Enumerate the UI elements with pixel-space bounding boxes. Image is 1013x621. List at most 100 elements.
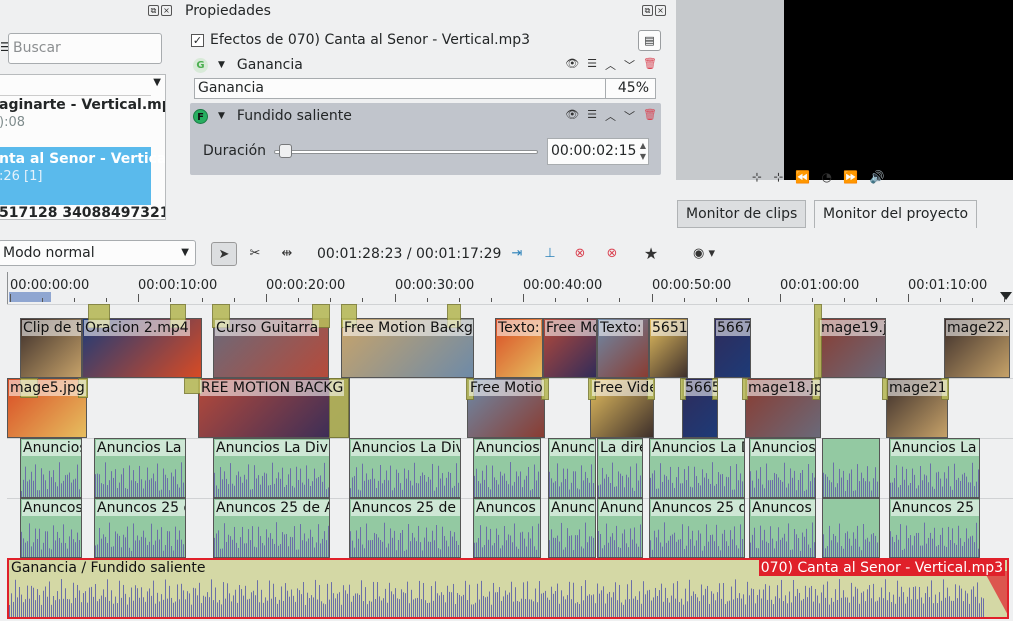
video-clip[interactable]: Texto: [495, 318, 543, 378]
audio-clip[interactable]: Anuncios [473, 438, 541, 498]
select-tool-icon[interactable]: ➤ [211, 242, 237, 266]
video-clip[interactable]: Texto: [597, 318, 649, 378]
playhead-marker[interactable] [1000, 292, 1012, 300]
video-clip[interactable]: Free Vide [590, 378, 654, 438]
audio-clip[interactable]: Anunco [597, 498, 643, 558]
video-clip[interactable]: mage22. [944, 318, 1010, 378]
chevron-up-icon[interactable]: ︿ [605, 108, 616, 124]
razor-tool-icon[interactable]: ✂ [244, 242, 266, 266]
chevron-down-icon[interactable]: ﹀ [624, 108, 635, 124]
tab-project-monitor[interactable]: Monitor del proyecto [814, 200, 978, 228]
video-clip[interactable]: Free Motio [467, 378, 545, 438]
gain-slider[interactable]: Ganancia 45% [194, 78, 656, 99]
close-icon[interactable]: × [655, 5, 666, 16]
audio-clip[interactable]: Anuncos 25 d [889, 498, 980, 558]
audio-clip[interactable]: Anunci [548, 438, 596, 498]
record-audio-icon[interactable]: ◉ ▾ [686, 242, 722, 266]
audio-clip[interactable]: Anuncios [749, 438, 816, 498]
audio-clip[interactable]: Anuncos 25 de A [349, 498, 461, 558]
clip-waveform [474, 523, 539, 557]
waveform-sample [803, 598, 804, 617]
play-icon[interactable]: ◔ [821, 170, 831, 184]
waveform-sample [688, 526, 689, 557]
audio-clip[interactable]: Anuncos 2 [473, 498, 541, 558]
volume-icon[interactable]: 🔊 [870, 170, 885, 184]
video-clip[interactable]: 5667C [714, 318, 751, 378]
video-clip[interactable]: mage19.jp [818, 318, 886, 378]
audio-clip[interactable]: Anunc [548, 498, 596, 558]
video-clip[interactable]: Free Motion Backgr [341, 318, 474, 378]
marker-in-icon[interactable]: ⊹ [752, 170, 762, 184]
duration-slider-track[interactable] [274, 150, 538, 154]
insert-icon[interactable]: ⇥ [505, 242, 529, 266]
audio-clip[interactable]: La dire [597, 438, 643, 498]
collapse-arrow-icon[interactable]: ▼ [218, 60, 225, 70]
duration-slider-handle[interactable] [279, 144, 292, 158]
zone-bar[interactable] [9, 292, 51, 302]
video-clip[interactable]: Oracion 2.mp4 [82, 318, 202, 378]
favorite-effects-icon[interactable]: ★ [638, 242, 664, 266]
video-clip[interactable]: Free Mo [543, 318, 597, 378]
float-icon[interactable]: ⧉ [148, 5, 159, 16]
video-clip[interactable]: 5665 [682, 378, 718, 438]
audio-clip[interactable]: Anuncios La D [889, 438, 980, 498]
composition-transition[interactable] [814, 304, 822, 378]
overwrite-icon[interactable]: ⊥ [538, 242, 562, 266]
audio-clip[interactable]: Anuncios La Divi [213, 438, 330, 498]
rewind-icon[interactable]: ⏪ [795, 170, 810, 184]
bin-item-title[interactable]: aginarte - Vertical.mp3 [0, 97, 165, 113]
sort-down-icon[interactable]: ▼ [153, 77, 161, 88]
video-monitor-screen[interactable] [784, 0, 1013, 180]
video-clip[interactable]: mage18.jpg [745, 378, 821, 438]
bin-clip-list[interactable]: ▼ aginarte - Vertical.mp3 ):08 nta al Se… [0, 74, 166, 220]
menu-icon[interactable]: ☰ [587, 108, 597, 124]
tab-clip-monitor[interactable]: Monitor de clips [677, 200, 807, 228]
gain-effect-header[interactable]: G ▼ Ganancia 👁 ☰ ︿ ﹀ 🗑 [190, 53, 661, 77]
bin-search-input[interactable]: Buscar [8, 33, 162, 64]
close-icon[interactable]: × [161, 5, 172, 16]
chevron-down-icon[interactable]: ﹀ [624, 57, 635, 73]
fade-effect-header[interactable]: F ▼ Fundido saliente 👁 ☰ ︿ ﹀ 🗑 [190, 104, 661, 128]
float-icon[interactable]: ⧉ [642, 5, 653, 16]
effect-menu-button[interactable]: ▤ [638, 30, 661, 51]
gain-param-value[interactable]: 45% [618, 80, 649, 96]
audio-clip[interactable]: Anuncios La D [649, 438, 745, 498]
audio-clip[interactable]: Anuncios La Divi [349, 438, 461, 498]
video-clip[interactable]: REE MOTION BACKG [198, 378, 350, 438]
duration-timecode-input[interactable]: 00:00:02:15 ▲ ▼ [547, 138, 649, 165]
collapse-arrow-icon[interactable]: ▼ [218, 111, 225, 121]
video-clip[interactable]: mage5.jpg [7, 378, 87, 438]
audio-clip[interactable] [822, 498, 880, 558]
eye-icon[interactable]: 👁 [565, 108, 579, 124]
edit-mode-select[interactable]: Modo normal ▼ [0, 240, 196, 266]
enable-effects-checkbox[interactable]: ✓ [191, 33, 204, 47]
video-clip[interactable]: Clip de tí [20, 318, 82, 378]
extract-icon[interactable]: ⊗ [600, 242, 624, 266]
audio-clip[interactable]: Anuncos [20, 498, 82, 558]
eye-icon[interactable]: 👁 [565, 57, 579, 73]
spacer-tool-icon[interactable]: ⇹ [275, 242, 299, 266]
spinner-icon[interactable]: ▲ ▼ [640, 140, 646, 162]
audio-clip[interactable]: Anuncos 25 de [94, 498, 186, 558]
video-clip[interactable]: mage21. [886, 378, 948, 438]
video-clip[interactable]: 56517 [649, 318, 688, 378]
timeline-ruler[interactable]: 00:00:00:00 00:00:10:00 00:00:20:00 00:00:3… [0, 272, 1013, 304]
audio-clip[interactable] [822, 438, 880, 498]
audio-clip[interactable]: Anuncios [20, 438, 82, 498]
chevron-up-icon[interactable]: ︿ [605, 57, 616, 73]
lift-icon[interactable]: ⊗ [568, 242, 592, 266]
delete-icon[interactable]: 🗑 [643, 57, 657, 73]
menu-icon[interactable]: ☰ [587, 57, 597, 73]
bin-item-title[interactable]: 517128 34088497321 [0, 205, 165, 219]
waveform-sample [978, 469, 979, 497]
delete-icon[interactable]: 🗑 [643, 108, 657, 124]
video-clip[interactable]: Curso Guitarra [213, 318, 329, 378]
selected-audio-clip[interactable]: Ganancia / Fundido saliente 070) Canta a… [7, 558, 1009, 619]
audio-clip[interactable]: Anuncos 25 de [649, 498, 745, 558]
bin-item-title[interactable]: nta al Senor - Vertical. [0, 151, 165, 167]
forward-icon[interactable]: ⏩ [843, 170, 858, 184]
audio-clip[interactable]: Anuncios La D [94, 438, 186, 498]
audio-clip[interactable]: Anuncos 2 [749, 498, 816, 558]
audio-clip[interactable]: Anuncos 25 de Ag [213, 498, 330, 558]
marker-out-icon[interactable]: ⊹ [774, 170, 784, 184]
